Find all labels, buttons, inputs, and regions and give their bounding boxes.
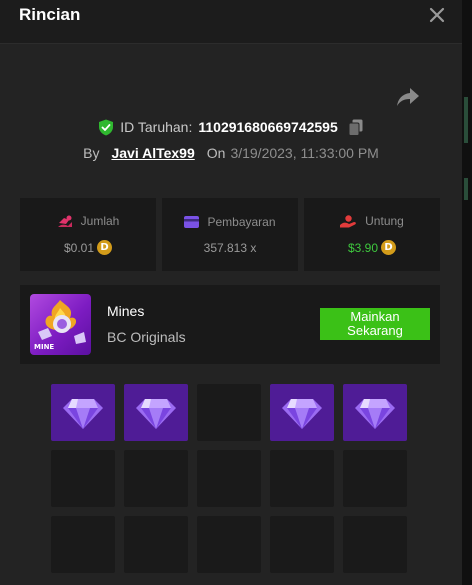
- game-thumbnail[interactable]: MINE: [30, 294, 91, 355]
- gem-icon: [63, 398, 103, 429]
- bet-details-modal: Rincian ID Taruhan: 110291680669742595 B…: [0, 0, 462, 585]
- gem-icon: [355, 398, 395, 429]
- bet-id-label: ID Taruhan:: [120, 119, 193, 135]
- bet-id-value: 110291680669742595: [198, 119, 338, 135]
- on-label: On: [206, 145, 226, 161]
- board-tile-empty: [270, 516, 334, 573]
- board-tile-gem: [343, 384, 407, 441]
- bet-date: 3/19/2023, 11:33:00 PM: [230, 145, 379, 161]
- coins-icon: [57, 215, 72, 227]
- by-label: By: [83, 145, 100, 161]
- board-tile-empty: [124, 450, 188, 507]
- stat-amount-value: $0.01: [63, 240, 95, 255]
- stat-amount: Jumlah $0.01 D: [20, 198, 156, 271]
- game-name: Mines: [107, 303, 145, 319]
- modal-title: Rincian: [19, 5, 81, 24]
- background-mark: [464, 97, 468, 143]
- stat-payout: Pembayaran 357.813 x: [162, 198, 298, 271]
- copy-icon[interactable]: [348, 119, 364, 136]
- stat-payout-value: 357.813 x: [203, 240, 257, 255]
- stat-profit: Untung $3.90 D: [304, 198, 440, 271]
- close-icon[interactable]: [426, 4, 448, 26]
- game-thumbnail-label: MINE: [34, 343, 55, 351]
- board-tile-empty: [343, 450, 407, 507]
- bet-stats: Jumlah $0.01 D Pembayaran 357.813 x Untu…: [20, 198, 440, 271]
- board-tile-empty: [124, 516, 188, 573]
- modal-header: Rincian: [0, 0, 462, 44]
- background-strip: [462, 0, 472, 585]
- stat-amount-label: Jumlah: [80, 214, 120, 228]
- game-provider: BC Originals: [107, 329, 186, 345]
- board-tile-gem: [124, 384, 188, 441]
- game-card: MINE Mines BC Originals Mainkan Sekarang: [20, 285, 440, 364]
- gem-icon: [136, 398, 176, 429]
- share-icon[interactable]: [396, 86, 420, 108]
- background-mark: [464, 178, 468, 200]
- bet-id-line: ID Taruhan: 110291680669742595: [0, 117, 462, 137]
- board-tile-empty: [197, 384, 261, 441]
- play-now-button[interactable]: Mainkan Sekarang: [320, 308, 430, 340]
- bet-meta-line: By Javi AlTex99 On 3/19/2023, 11:33:00 P…: [0, 144, 462, 162]
- board-tile-empty: [343, 516, 407, 573]
- board-tile-empty: [197, 450, 261, 507]
- board-tile-gem: [51, 384, 115, 441]
- board-tile-empty: [51, 516, 115, 573]
- payout-card-icon: [184, 215, 200, 228]
- mines-board: [51, 384, 407, 573]
- board-tile-gem: [270, 384, 334, 441]
- profit-hand-icon: [340, 214, 357, 227]
- verified-shield-icon: [99, 119, 114, 135]
- stat-payout-label: Pembayaran: [207, 214, 276, 229]
- gem-icon: [282, 398, 322, 429]
- username-link[interactable]: Javi AlTex99: [111, 145, 194, 161]
- coin-icon: D: [97, 240, 113, 255]
- stat-profit-value: $3.90: [347, 240, 379, 255]
- board-tile-empty: [270, 450, 334, 507]
- board-tile-empty: [51, 450, 115, 507]
- coin-icon: D: [381, 240, 397, 255]
- board-tile-empty: [197, 516, 261, 573]
- stat-profit-label: Untung: [365, 214, 404, 228]
